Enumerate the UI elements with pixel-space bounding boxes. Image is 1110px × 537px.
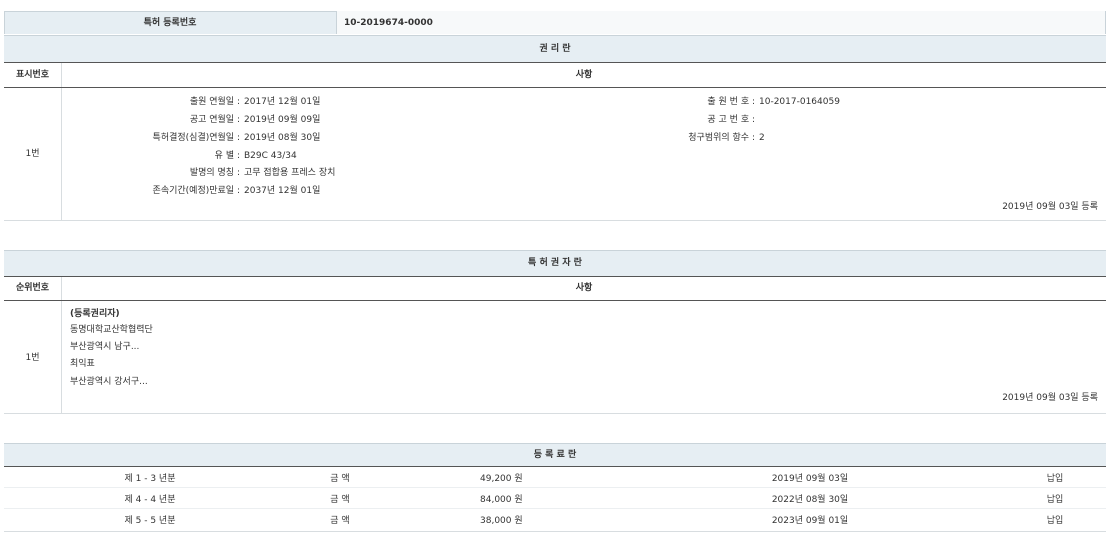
reg-number-label: 특허 등록번호 xyxy=(4,16,336,30)
field-label-decision-date: 특허결정(심결)연월일 : xyxy=(70,131,240,145)
field-label-publication-no: 공 고 번 호 : xyxy=(600,113,755,127)
field-label-claims-count: 청구범위의 항수 : xyxy=(600,131,755,145)
divider xyxy=(4,87,1106,88)
fee-amount: 38,000 원 xyxy=(480,514,580,528)
holders-title: 특 허 권 자 란 xyxy=(4,256,1106,270)
divider xyxy=(4,413,1106,414)
field-value-class: B29C 43/34 xyxy=(244,149,444,163)
rights-registered-date: 2019년 09월 03일 등록 xyxy=(800,200,1098,214)
rights-row-no: 1번 xyxy=(4,147,61,161)
divider xyxy=(61,277,62,413)
fee-amount: 84,000 원 xyxy=(480,493,580,507)
holder-line: (등록권리자) xyxy=(70,307,370,321)
fee-period: 제 4 - 4 년분 xyxy=(60,493,240,507)
fee-date: 2019년 09월 03일 xyxy=(730,472,890,486)
field-label-expiry-date: 존속기간(예정)만료일 : xyxy=(70,184,240,198)
divider xyxy=(4,508,1106,509)
divider xyxy=(4,466,1106,467)
divider xyxy=(4,531,1106,532)
divider xyxy=(4,300,1106,301)
holders-col-items: 사항 xyxy=(62,281,1106,295)
field-value-claims-count: 2 xyxy=(759,131,959,145)
divider xyxy=(4,487,1106,488)
holders-col-no: 순위번호 xyxy=(4,281,61,295)
holder-line: 동명대학교산학협력단 xyxy=(70,323,370,337)
fee-amount-label: 금 액 xyxy=(300,514,380,528)
holder-line: 최익표 xyxy=(70,357,370,371)
field-label-publication-date: 공고 연월일 : xyxy=(70,113,240,127)
holder-line: 부산광역시 남구... xyxy=(70,340,370,354)
field-label-filing-date: 출원 연월일 : xyxy=(70,95,240,109)
divider xyxy=(4,276,1106,277)
fee-amount: 49,200 원 xyxy=(480,472,580,486)
holder-line: 부산광역시 강서구... xyxy=(70,375,370,389)
holders-registered-date: 2019년 09월 03일 등록 xyxy=(800,391,1098,405)
fee-amount-label: 금 액 xyxy=(300,493,380,507)
field-label-class: 유 별 : xyxy=(70,149,240,163)
fee-status: 납입 xyxy=(1030,514,1080,528)
fee-status: 납입 xyxy=(1030,493,1080,507)
field-value-publication-no xyxy=(759,113,959,127)
rights-col-no: 표시번호 xyxy=(4,68,61,82)
rights-title: 권 리 란 xyxy=(4,42,1106,56)
reg-number-value: 10-2019674-0000 xyxy=(344,16,644,30)
field-value-decision-date: 2019년 08월 30일 xyxy=(244,131,444,145)
fees-title: 등 록 료 란 xyxy=(4,448,1106,462)
field-value-filing-date: 2017년 12월 01일 xyxy=(244,95,444,109)
fee-amount-label: 금 액 xyxy=(300,472,380,486)
fee-period: 제 5 - 5 년분 xyxy=(60,514,240,528)
field-label-title: 발명의 명칭 : xyxy=(70,166,240,180)
fee-status: 납입 xyxy=(1030,472,1080,486)
field-value-title: 고무 접합용 프레스 장치 xyxy=(244,166,444,180)
field-value-expiry-date: 2037년 12월 01일 xyxy=(244,184,444,198)
rights-col-items: 사항 xyxy=(62,68,1106,82)
field-value-publication-date: 2019년 09월 09일 xyxy=(244,113,444,127)
field-value-application-no: 10-2017-0164059 xyxy=(759,95,959,109)
field-label-application-no: 출 원 번 호 : xyxy=(600,95,755,109)
fee-period: 제 1 - 3 년분 xyxy=(60,472,240,486)
divider xyxy=(4,220,1106,221)
fee-date: 2023년 09월 01일 xyxy=(730,514,890,528)
divider xyxy=(1105,11,1106,34)
divider xyxy=(4,62,1106,63)
fee-date: 2022년 08월 30일 xyxy=(730,493,890,507)
holders-row-no: 1번 xyxy=(4,351,61,365)
